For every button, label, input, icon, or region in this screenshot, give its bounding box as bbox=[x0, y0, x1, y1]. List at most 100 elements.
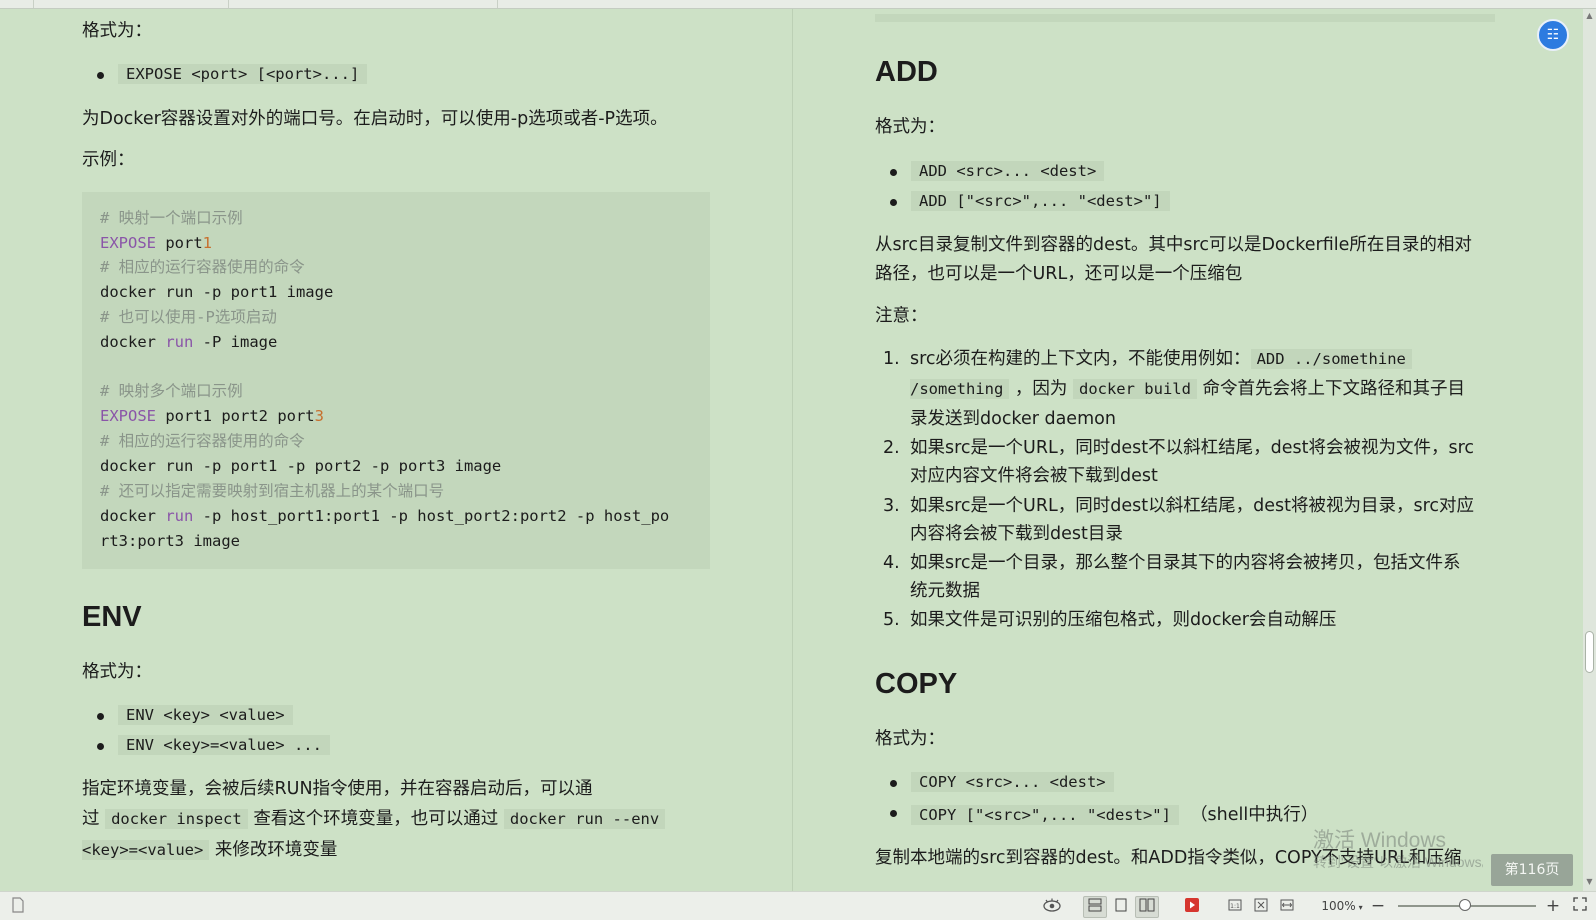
code-line: EXPOSE port1 bbox=[100, 231, 212, 256]
code-comment: # 相应的运行容器使用的命令 bbox=[100, 255, 305, 280]
note-item-line: 如果src是一个URL，同时dest以斜杠结尾，dest将被视为目录，src对应 bbox=[910, 491, 1474, 521]
floating-translate-button[interactable]: ☷ bbox=[1537, 19, 1569, 51]
window-top-bar bbox=[0, 0, 1596, 9]
eye-protection-icon[interactable] bbox=[1040, 896, 1064, 918]
list-item: COPY <src>... <dest> bbox=[911, 771, 1114, 793]
code-keyword: EXPOSE bbox=[100, 407, 156, 425]
zoom-out-button[interactable]: − bbox=[1370, 896, 1386, 916]
inline-code: /something bbox=[910, 379, 1009, 399]
scroll-down-arrow-icon[interactable]: ▼ bbox=[1585, 877, 1594, 887]
list-bullet bbox=[97, 72, 104, 79]
list-bullet bbox=[890, 199, 897, 206]
env-syntax-code: ENV <key> <value> bbox=[118, 705, 293, 725]
top-bar-segment bbox=[229, 0, 498, 8]
copy-heading: COPY bbox=[875, 666, 957, 702]
code-line: docker run -P image bbox=[100, 330, 277, 355]
text-run: 命令首先会将上下文路径和其子目 bbox=[1203, 379, 1466, 399]
list-item: ENV <key> <value> bbox=[118, 704, 293, 726]
double-page-icon bbox=[1138, 897, 1156, 913]
document-page-right: ADD 格式为： ADD <src>... <dest> ADD ["<src>… bbox=[793, 9, 1588, 891]
document-icon[interactable] bbox=[6, 896, 30, 918]
add-syntax-code: ADD ["<src>",... "<dest>"] bbox=[911, 191, 1170, 211]
chevron-down-icon: ▾ bbox=[1359, 903, 1363, 912]
text-run: 过 bbox=[82, 809, 100, 829]
page-number-badge: 第116页 bbox=[1491, 854, 1573, 886]
double-page-icon[interactable] bbox=[1135, 896, 1159, 918]
text-run: src必须在构建的上下文内，不能使用例如： bbox=[910, 349, 1251, 369]
list-bullet bbox=[890, 780, 897, 787]
env-heading: ENV bbox=[82, 599, 142, 635]
code-line: rt3:port3 image bbox=[100, 529, 240, 554]
text-run: 来修改环境变量 bbox=[215, 840, 338, 860]
code-text: docker bbox=[100, 333, 165, 351]
copy-syntax-note: （shell中执行） bbox=[1190, 805, 1318, 825]
add-description-line: 从src目录复制文件到容器的dest。其中src可以是Dockerfile所在目… bbox=[875, 230, 1472, 260]
actual-size-icon[interactable]: 1:1 bbox=[1223, 896, 1247, 918]
actual-size-icon: 1:1 bbox=[1227, 897, 1243, 913]
zoom-level-label: 100% bbox=[1321, 899, 1355, 913]
code-text: docker bbox=[100, 507, 165, 525]
list-number: 1. bbox=[883, 344, 900, 374]
note-item-line: 统元数据 bbox=[910, 576, 980, 606]
list-number: 3. bbox=[883, 491, 900, 521]
fullscreen-icon[interactable] bbox=[1568, 896, 1592, 918]
note-item-line: 内容将会被下载到dest目录 bbox=[910, 519, 1123, 549]
code-number: 3 bbox=[315, 407, 324, 425]
top-bar-segment bbox=[34, 0, 229, 8]
single-page-icon bbox=[1113, 897, 1129, 913]
vertical-scrollbar[interactable]: ▲ ▼ bbox=[1583, 9, 1596, 891]
expose-format-label: 格式为： bbox=[82, 16, 152, 46]
code-text: -p host_port1:port1 -p host_port2:port2 … bbox=[193, 507, 669, 525]
inline-code: docker run --env bbox=[504, 809, 665, 829]
add-format-label: 格式为： bbox=[875, 112, 945, 142]
play-slideshow-icon[interactable] bbox=[1180, 896, 1204, 918]
zoom-in-button[interactable]: + bbox=[1545, 896, 1561, 916]
inline-code: <key>=<value> bbox=[82, 840, 209, 860]
fit-page-icon[interactable] bbox=[1249, 896, 1273, 918]
code-line: docker run -p host_port1:port1 -p host_p… bbox=[100, 504, 669, 529]
code-keyword: EXPOSE bbox=[100, 234, 156, 252]
list-bullet bbox=[890, 169, 897, 176]
code-block[interactable]: # 映射一个端口示例 EXPOSE port1 # 相应的运行容器使用的命令 d… bbox=[82, 192, 710, 569]
env-description-line: <key>=<value> 来修改环境变量 bbox=[82, 835, 337, 865]
zoom-slider-knob[interactable] bbox=[1459, 899, 1471, 911]
env-description-line: 过 docker inspect 查看这个环境变量，也可以通过 docker r… bbox=[82, 804, 665, 834]
fit-page-icon bbox=[1253, 897, 1269, 913]
list-bullet bbox=[890, 810, 897, 817]
env-format-label: 格式为： bbox=[82, 657, 152, 687]
activation-watermark-subtitle: 转到"设置"以激活 Windows。 bbox=[1313, 852, 1483, 872]
scroll-up-arrow-icon[interactable]: ▲ bbox=[1585, 11, 1594, 21]
note-item-line: /something ，因为 docker build 命令首先会将上下文路径和… bbox=[910, 374, 1465, 404]
zoom-level-dropdown[interactable]: 100% ▾ bbox=[1318, 896, 1366, 916]
code-text: port1 port2 port bbox=[156, 407, 315, 425]
translate-icon: ☷ bbox=[1547, 27, 1560, 43]
code-comment: # 还可以指定需要映射到宿主机器上的某个端口号 bbox=[100, 479, 444, 504]
document-icon bbox=[11, 897, 25, 913]
scroll-view-icon[interactable] bbox=[1083, 896, 1107, 918]
list-item: ENV <key>=<value> ... bbox=[118, 734, 330, 756]
note-item-line: 如果src是一个URL，同时dest不以斜杠结尾，dest将会被视为文件，src bbox=[910, 433, 1474, 463]
copy-syntax-code: COPY <src>... <dest> bbox=[911, 772, 1114, 792]
copy-syntax-code: COPY ["<src>",... "<dest>"] bbox=[911, 805, 1179, 825]
code-line: EXPOSE port1 port2 port3 bbox=[100, 404, 324, 429]
example-label: 示例： bbox=[82, 145, 135, 175]
list-item: COPY ["<src>",... "<dest>"] （shell中执行） bbox=[911, 800, 1318, 830]
single-page-icon[interactable] bbox=[1109, 896, 1133, 918]
play-icon bbox=[1184, 897, 1200, 913]
code-line: docker run -p port1 image bbox=[100, 280, 333, 305]
list-bullet bbox=[97, 743, 104, 750]
inline-code: ADD ../somethine bbox=[1251, 349, 1412, 369]
code-comment: # 相应的运行容器使用的命令 bbox=[100, 429, 305, 454]
list-item: ADD <src>... <dest> bbox=[911, 160, 1104, 182]
fit-width-icon[interactable] bbox=[1275, 896, 1299, 918]
expose-syntax-code: EXPOSE <port> [<port>...] bbox=[118, 64, 367, 84]
scrollbar-thumb[interactable] bbox=[1585, 631, 1594, 673]
note-item-line: src必须在构建的上下文内，不能使用例如：ADD ../somethine bbox=[910, 344, 1412, 374]
note-item-line: 对应内容文件将会被下载到dest bbox=[910, 461, 1158, 491]
document-page-left: 格式为： EXPOSE <port> [<port>...] 为Docker容器… bbox=[0, 9, 792, 891]
list-bullet bbox=[97, 713, 104, 720]
eye-icon bbox=[1042, 897, 1062, 913]
code-number: 1 bbox=[203, 234, 212, 252]
fullscreen-icon bbox=[1573, 897, 1587, 911]
list-number: 4. bbox=[883, 548, 900, 578]
